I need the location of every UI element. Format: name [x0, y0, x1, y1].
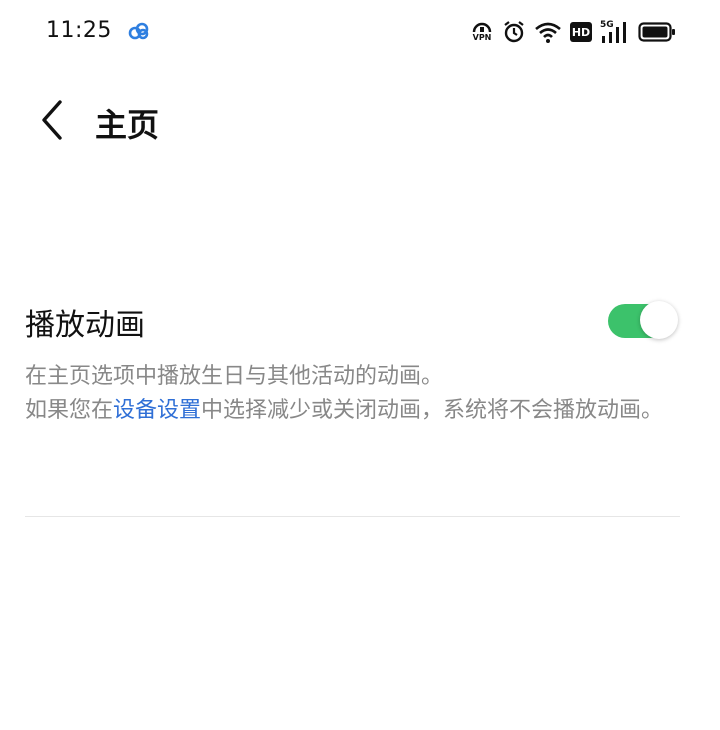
battery-icon	[638, 21, 676, 43]
hd-label: HD	[571, 25, 591, 39]
wifi-icon	[534, 20, 562, 44]
toggle-knob	[640, 301, 678, 339]
status-time: 11:25	[46, 18, 112, 43]
description-line1: 在主页选项中播放生日与其他活动的动画。	[25, 364, 444, 389]
signal-icon: 5G	[600, 20, 630, 44]
vpn-label: VPN	[472, 33, 492, 42]
description-pre: 如果您在	[25, 398, 114, 423]
vpn-icon: VPN	[470, 20, 494, 44]
status-bar: 11:25 VPN HD 5G	[0, 0, 720, 64]
hd-icon: HD	[570, 22, 592, 42]
alarm-icon	[502, 20, 526, 44]
description-line2: 如果您在设备设置中选择减少或关闭动画，系统将不会播放动画。	[25, 394, 685, 428]
back-button[interactable]	[30, 96, 74, 144]
divider	[25, 516, 680, 517]
header: 主页	[0, 84, 720, 156]
description-post: 中选择减少或关闭动画，系统将不会播放动画。	[201, 398, 664, 423]
status-icons: VPN HD 5G	[470, 18, 676, 46]
setting-play-animation[interactable]: 播放动画	[25, 296, 680, 356]
cloud-sync-icon	[128, 22, 150, 40]
setting-description: 在主页选项中播放生日与其他活动的动画。 如果您在设备设置中选择减少或关闭动画，系…	[25, 360, 685, 428]
device-settings-link[interactable]: 设备设置	[113, 398, 201, 423]
page-title: 主页	[95, 106, 160, 144]
setting-label: 播放动画	[25, 308, 145, 343]
play-animation-toggle[interactable]	[608, 301, 678, 339]
back-arrow-icon	[42, 100, 62, 140]
